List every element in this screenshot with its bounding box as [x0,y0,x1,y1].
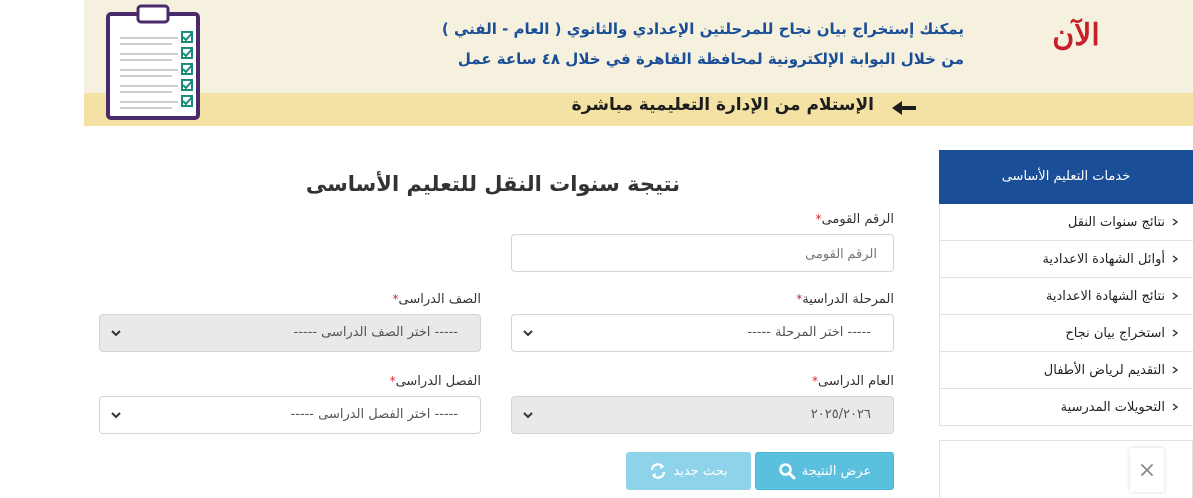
sidebar-item-prep-results[interactable]: نتائج الشهادة الاعدادية [940,278,1193,315]
chevron-down-icon [523,330,533,337]
year-label: العام الدراسى* [600,374,894,389]
chevron-right-icon [1172,218,1179,226]
chevron-down-icon [111,412,121,419]
sidebar-item-success-certificate[interactable]: استخراج بيان نجاح [940,315,1193,352]
show-result-label: عرض النتيجة [801,463,872,479]
term-selected: ----- اختر الفصل الدراسى ----- [290,407,458,422]
chevron-right-icon [1172,255,1179,263]
term-label: الفصل الدراسى* [200,374,481,389]
grade-selected: ----- اختر الصف الدراسى ----- [293,325,459,340]
year-label-text: العام الدراسى [817,374,894,389]
chevron-right-icon [1172,292,1179,300]
arrow-left-icon [892,101,916,115]
banner-receive-text: الإستلام من الإدارة التعليمية مباشرة [571,95,874,115]
term-select[interactable]: ----- اختر الفصل الدراسى ----- [99,396,481,434]
year-select[interactable]: ٢٠٢٥/٢٠٢٦ [511,396,894,434]
refresh-icon [651,463,666,479]
national-id-label-text: الرقم القومى [821,212,894,227]
top-banner: الآن يمكنك إستخراج بيان نجاح للمرحلتين ا… [84,0,1193,126]
chevron-right-icon [1172,403,1179,411]
sidebar-item-kindergarten[interactable]: التقديم لرياض الأطفال [940,352,1193,389]
chevron-right-icon [1172,329,1179,337]
chevron-down-icon [111,330,121,337]
sidebar-item-school-transfers[interactable]: التحويلات المدرسية [940,389,1193,426]
year-selected: ٢٠٢٥/٢٠٢٦ [810,407,871,422]
sidebar-item-prep-top-students[interactable]: أوائل الشهادة الاعدادية [940,241,1193,278]
page-title: نتيجة سنوات النقل للتعليم الأساسى [305,172,680,196]
sidebar-header: خدمات التعليم الأساسى [939,150,1193,204]
term-label-text: الفصل الدراسى [395,374,481,389]
sidebar-menu: نتائج سنوات النقل أوائل الشهادة الاعدادي… [939,204,1193,426]
sidebar-item-label: نتائج سنوات النقل [1067,214,1165,230]
grade-label-text: الصف الدراسى [398,292,481,307]
sidebar-item-transfer-results[interactable]: نتائج سنوات النقل [940,204,1193,241]
new-search-button[interactable]: بحث جديد [626,452,751,490]
sidebar-item-label: التحويلات المدرسية [1060,399,1165,415]
stage-select[interactable]: ----- اختر المرحلة ----- [511,314,894,352]
now-badge: الآن [1052,18,1100,53]
chevron-down-icon [523,412,533,419]
sidebar-item-label: استخراج بيان نجاح [1065,325,1165,341]
new-search-label: بحث جديد [673,463,728,479]
sidebar-item-label: نتائج الشهادة الاعدادية [1045,288,1165,304]
banner-subline: من خلال البوابة الإلكترونية لمحافظة القا… [457,50,964,68]
stage-label: المرحلة الدراسية* [600,292,894,307]
grade-label: الصف الدراسى* [200,292,481,307]
chevron-right-icon [1172,366,1179,374]
sidebar-item-label: أوائل الشهادة الاعدادية [1042,251,1165,267]
show-result-button[interactable]: عرض النتيجة [755,452,894,490]
stage-label-text: المرحلة الدراسية [802,292,894,307]
stage-selected: ----- اختر المرحلة ----- [747,325,871,340]
national-id-label: الرقم القومى* [600,212,894,227]
search-icon [778,463,796,480]
sidebar-item-label: التقديم لرياض الأطفال [1043,362,1165,378]
banner-headline: يمكنك إستخراج بيان نجاح للمرحلتين الإعدا… [441,20,964,38]
close-icon [1141,464,1153,476]
grade-select[interactable]: ----- اختر الصف الدراسى ----- [99,314,481,352]
close-button[interactable] [1130,448,1164,492]
clipboard-checklist-icon [106,4,200,120]
national-id-input[interactable] [511,234,894,272]
